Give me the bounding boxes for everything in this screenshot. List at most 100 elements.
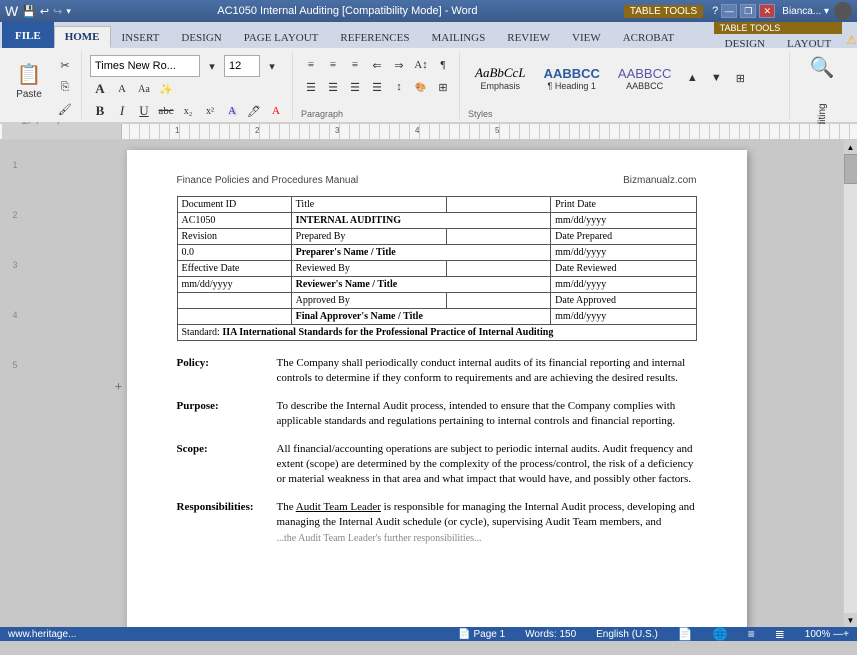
- date-reviewed-value[interactable]: mm/dd/yyyy: [551, 277, 696, 293]
- show-formatting-button[interactable]: ¶: [433, 55, 453, 75]
- strikethrough-button[interactable]: abc: [156, 101, 176, 121]
- approver-value[interactable]: Final Approver's Name / Title: [291, 309, 550, 325]
- cut-button[interactable]: ✂: [55, 55, 75, 75]
- user-avatar[interactable]: [834, 2, 852, 20]
- copy-button[interactable]: ⎘: [55, 77, 75, 97]
- doc-id-label[interactable]: Document ID: [177, 197, 291, 213]
- scroll-track[interactable]: [844, 154, 857, 613]
- scroll-thumb[interactable]: [844, 154, 857, 184]
- text-effects-button[interactable]: A: [222, 101, 242, 121]
- approved-by-label[interactable]: Approved By: [291, 293, 447, 309]
- date-reviewed-label[interactable]: Date Reviewed: [551, 261, 696, 277]
- tab-design[interactable]: DESIGN: [170, 26, 232, 48]
- document-area[interactable]: + Finance Policies and Procedures Manual…: [30, 140, 843, 627]
- status-view-draft[interactable]: ≣: [775, 627, 785, 641]
- shrink-font-button[interactable]: A: [112, 79, 132, 99]
- date-approved-value[interactable]: mm/dd/yyyy: [551, 309, 696, 325]
- bold-button[interactable]: B: [90, 101, 110, 121]
- italic-button[interactable]: I: [112, 101, 132, 121]
- numbering-button[interactable]: ≡: [323, 55, 343, 75]
- align-center-button[interactable]: ☰: [323, 77, 343, 97]
- standard-cell[interactable]: Standard: IIA International Standards fo…: [177, 325, 696, 341]
- increase-indent-button[interactable]: ⇒: [389, 55, 409, 75]
- quick-redo[interactable]: ↪: [53, 5, 62, 18]
- shading-button[interactable]: 🎨: [411, 77, 431, 97]
- superscript-button[interactable]: x²: [200, 101, 220, 121]
- paste-button[interactable]: 📋 Paste: [5, 55, 53, 107]
- tab-file[interactable]: FILE: [2, 22, 54, 48]
- underline-button[interactable]: U: [134, 101, 154, 121]
- responsibilities-text[interactable]: The Audit Team Leader is responsible for…: [277, 500, 697, 546]
- status-view-web[interactable]: 🌐: [713, 627, 728, 641]
- style-heading1[interactable]: AABBCC ¶ Heading 1: [537, 63, 607, 94]
- help-button[interactable]: ?: [712, 5, 718, 17]
- borders-button[interactable]: ⊞: [433, 77, 453, 97]
- quick-save[interactable]: 💾: [22, 5, 36, 18]
- format-painter-button[interactable]: 🖌: [55, 99, 75, 119]
- date-approved-label[interactable]: Date Approved: [551, 293, 696, 309]
- font-size-dropdown[interactable]: ▾: [262, 56, 282, 76]
- tab-references[interactable]: REFERENCES: [329, 26, 420, 48]
- line-spacing-button[interactable]: ↕: [389, 77, 409, 97]
- subscript-button[interactable]: x₂: [178, 101, 198, 121]
- styles-scroll-up[interactable]: ▲: [682, 68, 702, 88]
- tab-table-design[interactable]: DESIGN: [714, 34, 776, 52]
- style-heading2[interactable]: AABBCC AABBCC: [611, 63, 678, 94]
- tab-review[interactable]: REVIEW: [496, 26, 561, 48]
- font-name-dropdown[interactable]: ▾: [202, 56, 222, 76]
- align-left-button[interactable]: ☰: [301, 77, 321, 97]
- add-row-cross[interactable]: +: [115, 380, 123, 396]
- restore-button[interactable]: ❐: [740, 4, 756, 18]
- vertical-scrollbar[interactable]: ▲ ▼: [843, 140, 857, 627]
- align-right-button[interactable]: ☰: [345, 77, 365, 97]
- revision-label[interactable]: Revision: [177, 229, 291, 245]
- tab-page-layout[interactable]: PAGE LAYOUT: [233, 26, 330, 48]
- style-emphasis[interactable]: AaBbCcL Emphasis: [468, 62, 533, 94]
- document-page[interactable]: + Finance Policies and Procedures Manual…: [127, 150, 747, 627]
- tab-table-layout[interactable]: LAYOUT: [776, 34, 842, 52]
- purpose-text[interactable]: To describe the Internal Audit process, …: [277, 399, 697, 430]
- font-size-input[interactable]: [224, 55, 260, 77]
- bullets-button[interactable]: ≡: [301, 55, 321, 75]
- styles-expand[interactable]: ⊞: [730, 68, 750, 88]
- user-account[interactable]: Bianca... ▾: [782, 6, 829, 17]
- quick-undo[interactable]: ↩: [40, 5, 49, 18]
- policy-text[interactable]: The Company shall periodically conduct i…: [277, 356, 697, 387]
- effective-date-label[interactable]: Effective Date: [177, 261, 291, 277]
- status-zoom[interactable]: 100% —+: [805, 629, 849, 640]
- tab-mailings[interactable]: MAILINGS: [420, 26, 496, 48]
- clear-format-button[interactable]: ✨: [156, 79, 176, 99]
- doc-id-value[interactable]: AC1050: [177, 213, 291, 229]
- text-highlight-button[interactable]: 🖊: [244, 101, 264, 121]
- date-prepared-value[interactable]: mm/dd/yyyy: [551, 245, 696, 261]
- font-name-input[interactable]: [90, 55, 200, 77]
- tab-view[interactable]: VIEW: [561, 26, 612, 48]
- effective-date-value[interactable]: mm/dd/yyyy: [177, 277, 291, 293]
- sort-button[interactable]: A↕: [411, 55, 431, 75]
- reviewed-by-label[interactable]: Reviewed By: [291, 261, 447, 277]
- date-prepared-label[interactable]: Date Prepared: [551, 229, 696, 245]
- scope-text[interactable]: All financial/accounting operations are …: [277, 442, 697, 488]
- scroll-up-button[interactable]: ▲: [844, 140, 857, 154]
- font-color-button[interactable]: A: [266, 101, 286, 121]
- multilevel-list-button[interactable]: ≡: [345, 55, 365, 75]
- tab-insert[interactable]: INSERT: [111, 26, 171, 48]
- tab-home[interactable]: HOME: [54, 26, 111, 48]
- title-value[interactable]: INTERNAL AUDITING: [291, 213, 550, 229]
- revision-value[interactable]: 0.0: [177, 245, 291, 261]
- print-date-value[interactable]: mm/dd/yyyy: [551, 213, 696, 229]
- close-button[interactable]: ✕: [759, 4, 775, 18]
- status-view-outline[interactable]: ≡: [748, 627, 755, 641]
- styles-scroll-down[interactable]: ▼: [706, 68, 726, 88]
- justify-button[interactable]: ☰: [367, 77, 387, 97]
- title-label[interactable]: Title: [291, 197, 447, 213]
- preparer-value[interactable]: Preparer's Name / Title: [291, 245, 550, 261]
- scroll-down-button[interactable]: ▼: [844, 613, 857, 627]
- print-date-label[interactable]: Print Date: [551, 197, 696, 213]
- reviewer-value[interactable]: Reviewer's Name / Title: [291, 277, 550, 293]
- tab-acrobat[interactable]: ACROBAT: [612, 26, 685, 48]
- grow-font-button[interactable]: A: [90, 79, 110, 99]
- prepared-by-label[interactable]: Prepared By: [291, 229, 447, 245]
- status-view-print[interactable]: 📄: [678, 627, 693, 641]
- minimize-button[interactable]: —: [721, 4, 737, 18]
